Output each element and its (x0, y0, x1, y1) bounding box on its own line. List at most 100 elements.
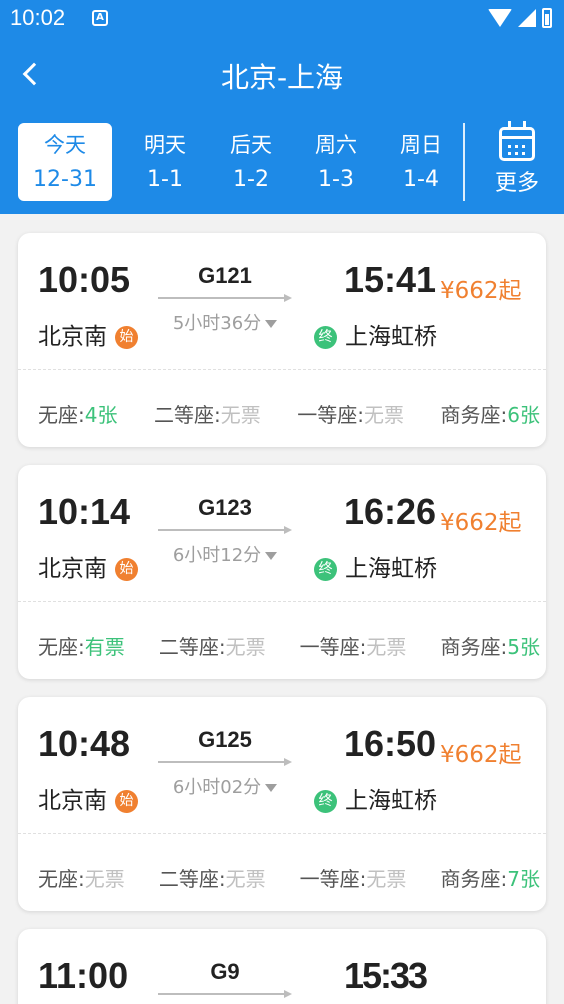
seat-no-seat: 无座:4张 (38, 399, 117, 428)
date-tab-date: 1-2 (233, 167, 269, 192)
header: 北京-上海 今天 12-31 明天 1-1 后天 1-2 周六 1-3 周日 1… (0, 38, 564, 214)
duration-text: 6小时12分 (172, 545, 262, 566)
seat-no-seat: 无座:无票 (38, 863, 125, 892)
calendar-icon (499, 121, 535, 161)
seat-label: 商务座: (440, 867, 508, 891)
seat-label: 二等座: (158, 635, 226, 659)
date-tab-date: 1-3 (318, 167, 354, 192)
arrival-time: 15:33 (344, 955, 428, 996)
date-tab-label: 明天 (144, 133, 186, 157)
seat-first-class: 一等座:无票 (297, 399, 404, 428)
seat-value: 5张 (507, 635, 540, 659)
price: ¥662起 (440, 278, 522, 304)
seat-first-class: 一等座:无票 (300, 863, 407, 892)
duration-toggle[interactable]: 6小时02分 (158, 773, 292, 799)
seat-no-seat: 无座:有票 (38, 631, 125, 660)
seat-value: 无票 (220, 403, 261, 427)
status-bar: 10:02 A (0, 0, 564, 38)
seat-availability: 无座:无票 二等座:无票 一等座:无票 商务座:7张 (38, 863, 540, 892)
app-notification-icon: A (92, 10, 108, 26)
arrow-icon (158, 294, 292, 302)
train-number: G123 (198, 495, 252, 520)
seat-label: 一等座: (297, 403, 364, 427)
arrival-station: 终上海虹桥 (314, 549, 437, 583)
arrival-station-name: 上海虹桥 (345, 324, 437, 350)
card-divider (18, 601, 546, 602)
seat-second-class: 二等座:无票 (159, 863, 266, 892)
date-tab-day-after[interactable]: 后天 1-2 (204, 123, 298, 201)
seat-label: 一等座: (299, 867, 367, 891)
train-number: G121 (198, 263, 252, 288)
date-tab-label: 后天 (230, 133, 272, 157)
duration-toggle[interactable]: 6小时12分 (158, 541, 292, 567)
price: ¥662起 (440, 742, 522, 768)
date-tab-sunday[interactable]: 周日 1-4 (374, 123, 468, 201)
more-label: 更多 (494, 171, 539, 196)
arrow-icon (158, 526, 292, 534)
duration-toggle[interactable]: 5小时36分 (158, 309, 292, 335)
seat-business: 商务座:5张 (440, 631, 539, 660)
wifi-icon (488, 9, 512, 27)
date-tab-date: 1-1 (147, 167, 183, 192)
seat-label: 商务座: (440, 635, 508, 659)
train-card[interactable]: 11:00 G9 15:33 (18, 929, 546, 1004)
seat-value: 无票 (366, 867, 407, 891)
arrow-icon (158, 758, 292, 766)
departure-station-name: 北京南 (38, 324, 107, 350)
price: ¥662起 (440, 510, 522, 536)
seat-label: 商务座: (440, 403, 508, 427)
train-number: G9 (210, 959, 240, 984)
seat-second-class: 二等座:无票 (159, 631, 266, 660)
card-divider (18, 833, 546, 834)
end-station-badge: 终 (314, 326, 337, 349)
date-divider (463, 123, 465, 201)
start-station-badge: 始 (115, 558, 138, 581)
seat-availability: 无座:有票 二等座:无票 一等座:无票 商务座:5张 (38, 631, 540, 660)
seat-second-class: 二等座:无票 (154, 399, 261, 428)
date-tab-today[interactable]: 今天 12-31 (18, 123, 112, 201)
more-dates-button[interactable]: 更多 (482, 121, 552, 201)
arrival-station: 终上海虹桥 (314, 317, 437, 351)
end-station-badge: 终 (314, 558, 337, 581)
caret-down-icon (265, 784, 278, 792)
seat-business: 商务座:7张 (440, 863, 539, 892)
caret-down-icon (265, 320, 278, 328)
seat-value: 无票 (363, 403, 404, 427)
duration-text: 6小时02分 (172, 777, 262, 798)
status-time: 10:02 (10, 5, 66, 30)
seat-label: 无座: (38, 867, 85, 891)
arrival-time: 16:26 (344, 491, 437, 532)
start-station-badge: 始 (115, 326, 138, 349)
departure-station-name: 北京南 (38, 556, 107, 582)
seat-label: 无座: (38, 635, 85, 659)
arrival-station: 终上海虹桥 (314, 781, 437, 815)
date-selector: 今天 12-31 明天 1-1 后天 1-2 周六 1-3 周日 1-4 更多 (0, 121, 564, 203)
arrival-station-name: 上海虹桥 (345, 788, 437, 814)
seat-value: 无票 (366, 635, 407, 659)
train-card[interactable]: 10:14 G123 6小时12分 16:26 ¥662起 北京南始 终上海虹桥… (18, 465, 546, 679)
departure-time: 10:48 (38, 723, 131, 764)
train-card[interactable]: 10:05 G121 5小时36分 15:41 ¥662起 北京南始 终上海虹桥… (18, 233, 546, 447)
departure-station: 北京南始 (38, 781, 138, 815)
train-card[interactable]: 10:48 G125 6小时02分 16:50 ¥662起 北京南始 终上海虹桥… (18, 697, 546, 911)
seat-label: 一等座: (299, 635, 367, 659)
departure-station: 北京南始 (38, 317, 138, 351)
date-tab-saturday[interactable]: 周六 1-3 (289, 123, 383, 201)
duration-text: 5小时36分 (172, 313, 262, 334)
arrival-time: 16:50 (344, 723, 437, 764)
seat-value: 无票 (225, 635, 266, 659)
end-station-badge: 终 (314, 790, 337, 813)
seat-value: 4张 (84, 403, 118, 427)
seat-value: 7张 (507, 867, 540, 891)
train-number: G125 (198, 727, 252, 752)
date-tab-tomorrow[interactable]: 明天 1-1 (118, 123, 212, 201)
page-title: 北京-上海 (220, 61, 344, 94)
date-tab-label: 周六 (315, 133, 357, 157)
arrival-station-name: 上海虹桥 (345, 556, 437, 582)
seat-value: 有票 (84, 635, 125, 659)
departure-station: 北京南始 (38, 549, 138, 583)
status-icons (488, 8, 552, 28)
date-tab-date: 1-4 (403, 167, 439, 192)
battery-icon (542, 8, 552, 28)
departure-station-name: 北京南 (38, 788, 107, 814)
